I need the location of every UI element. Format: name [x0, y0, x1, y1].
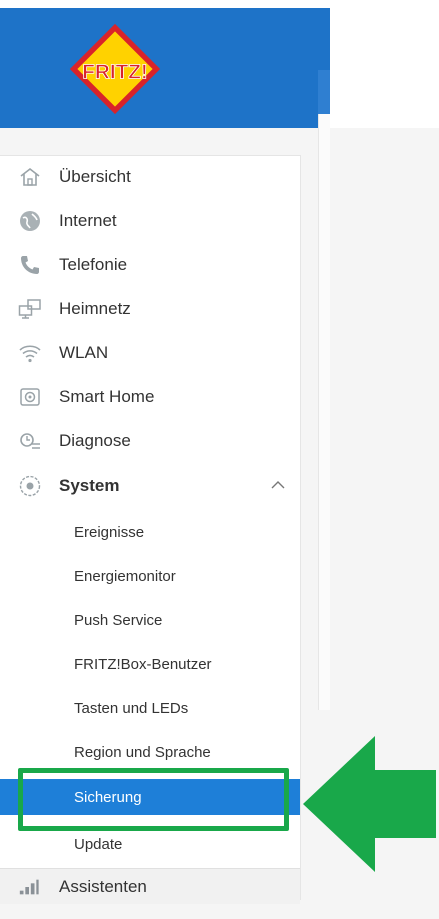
system-icon [19, 475, 41, 497]
nav-label: Smart Home [59, 387, 155, 406]
nav-item-internet[interactable]: Internet [0, 201, 300, 241]
assistant-icon [19, 879, 39, 895]
logo-text: FRITZ! [82, 60, 147, 83]
content-header-edge [318, 70, 330, 114]
subnav-label: Update [74, 835, 123, 853]
nav-label: Internet [59, 211, 117, 230]
subnav-item-push-service[interactable]: Push Service [0, 602, 300, 638]
nav-label: WLAN [59, 343, 109, 362]
network-icon [18, 299, 41, 319]
subnav-label: Region und Sprache [74, 743, 211, 761]
subnav-item-update[interactable]: Update [0, 826, 300, 862]
subnav-item-region-und-sprache[interactable]: Region und Sprache [0, 734, 300, 770]
smart-home-icon [20, 388, 40, 406]
nav-item-uebersicht[interactable]: Übersicht [0, 157, 300, 197]
nav-item-system[interactable]: System [0, 466, 300, 506]
subnav-label: FRITZ!Box-Benutzer [74, 655, 212, 673]
nav-label: Heimnetz [59, 299, 131, 318]
chevron-up-icon[interactable] [270, 478, 286, 492]
content-area-edge [318, 70, 330, 710]
home-icon [20, 167, 40, 186]
globe-icon [20, 211, 40, 231]
nav-item-smart-home[interactable]: Smart Home [0, 377, 300, 417]
header-bar [0, 8, 330, 128]
subnav-label: Push Service [74, 611, 163, 629]
phone-icon [21, 256, 39, 274]
subnav-label: Energiemonitor [74, 567, 176, 585]
subnav-item-energiemonitor[interactable]: Energiemonitor [0, 558, 300, 594]
nav-item-telefonie[interactable]: Telefonie [0, 245, 300, 285]
nav-label: Telefonie [59, 255, 128, 274]
diagnose-icon [20, 433, 40, 449]
pointer-arrow-icon [303, 736, 436, 872]
nav-label: Diagnose [59, 431, 131, 450]
subnav-item-ereignisse[interactable]: Ereignisse [0, 514, 300, 550]
subnav-label: Ereignisse [74, 523, 145, 541]
highlight-box [18, 768, 289, 831]
nav-label: Assistenten [59, 876, 147, 896]
nav-item-assistenten[interactable]: Assistenten [0, 868, 300, 904]
wifi-icon [19, 345, 41, 363]
subnav-item-fritzbox-benutzer[interactable]: FRITZ!Box-Benutzer [0, 646, 300, 682]
subnav-label: Tasten und LEDs [74, 699, 189, 717]
nav-item-wlan[interactable]: WLAN [0, 333, 300, 373]
nav-item-heimnetz[interactable]: Heimnetz [0, 289, 300, 329]
nav-label: System [59, 476, 120, 495]
nav-label: Übersicht [59, 167, 131, 186]
subnav-item-tasten-und-leds[interactable]: Tasten und LEDs [0, 690, 300, 726]
fritz-logo[interactable]: FRITZ! [68, 22, 162, 116]
nav-item-diagnose[interactable]: Diagnose [0, 421, 300, 461]
